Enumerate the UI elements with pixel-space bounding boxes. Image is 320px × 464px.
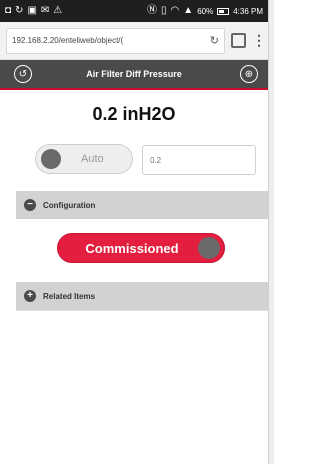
commissioned-toggle[interactable]: Commissioned [57,233,225,263]
value-input[interactable] [142,145,256,175]
sync-icon: ↻ [15,5,24,16]
vibrate-icon: ▯ [161,5,167,16]
page-title: Air Filter Diff Pressure [86,69,182,79]
gallery-icon: ▣ [27,5,37,16]
app-header: ↺ Air Filter Diff Pressure ⊕ [0,60,268,90]
present-value: 0.2 inH2O [92,104,176,124]
back-icon[interactable]: ↺ [14,65,32,83]
auto-toggle-label: Auto [81,153,104,165]
reload-icon[interactable]: ↻ [210,34,219,47]
status-right-icons: Ⓝ ▯ ◠ ▲ 60% 4:36 PM [147,6,263,16]
app-window: ◘ ↻ ▣ ✉ ⚠ Ⓝ ▯ ◠ ▲ 60% 4:36 PM 192.168.2.… [0,0,268,464]
window-edge [268,0,274,464]
auto-toggle-knob[interactable] [41,149,61,169]
status-time: 4:36 PM [233,6,263,16]
commissioned-toggle-knob[interactable] [198,237,220,259]
globe-icon[interactable]: ⊕ [240,65,258,83]
status-left-icons: ◘ ↻ ▣ ✉ ⚠ [5,6,62,16]
url-text[interactable]: 192.168.2.20/enteliweb/object/( [12,36,207,45]
wifi-icon: ◠ [170,5,180,16]
expand-icon[interactable]: + [24,290,36,302]
related-items-section-header[interactable]: + Related Items [16,282,268,310]
url-bar[interactable]: 192.168.2.20/enteliweb/object/( ↻ [6,27,225,54]
configuration-label: Configuration [43,200,96,210]
divider [16,310,268,311]
collapse-icon[interactable]: − [24,199,36,211]
notification-icon: ◘ [5,5,12,16]
mail-icon: ✉ [40,5,50,16]
overflow-menu-icon[interactable]: ⋮ [252,32,266,49]
battery-icon [217,7,230,15]
related-items-label: Related Items [43,291,96,301]
configuration-section-header[interactable]: − Configuration [16,191,268,219]
warning-icon: ⚠ [53,5,63,16]
battery-percent: 60% [197,6,214,16]
commissioned-label: Commissioned [85,240,179,256]
signal-icon: ▲ [183,5,194,16]
browser-toolbar: 192.168.2.20/enteliweb/object/( ↻ ⋮ [0,22,268,60]
status-bar: ◘ ↻ ▣ ✉ ⚠ Ⓝ ▯ ◠ ▲ 60% 4:36 PM [0,0,268,22]
auto-toggle[interactable]: Auto [35,144,133,174]
nfc-icon: Ⓝ [147,5,158,16]
tabs-icon[interactable] [231,33,246,48]
